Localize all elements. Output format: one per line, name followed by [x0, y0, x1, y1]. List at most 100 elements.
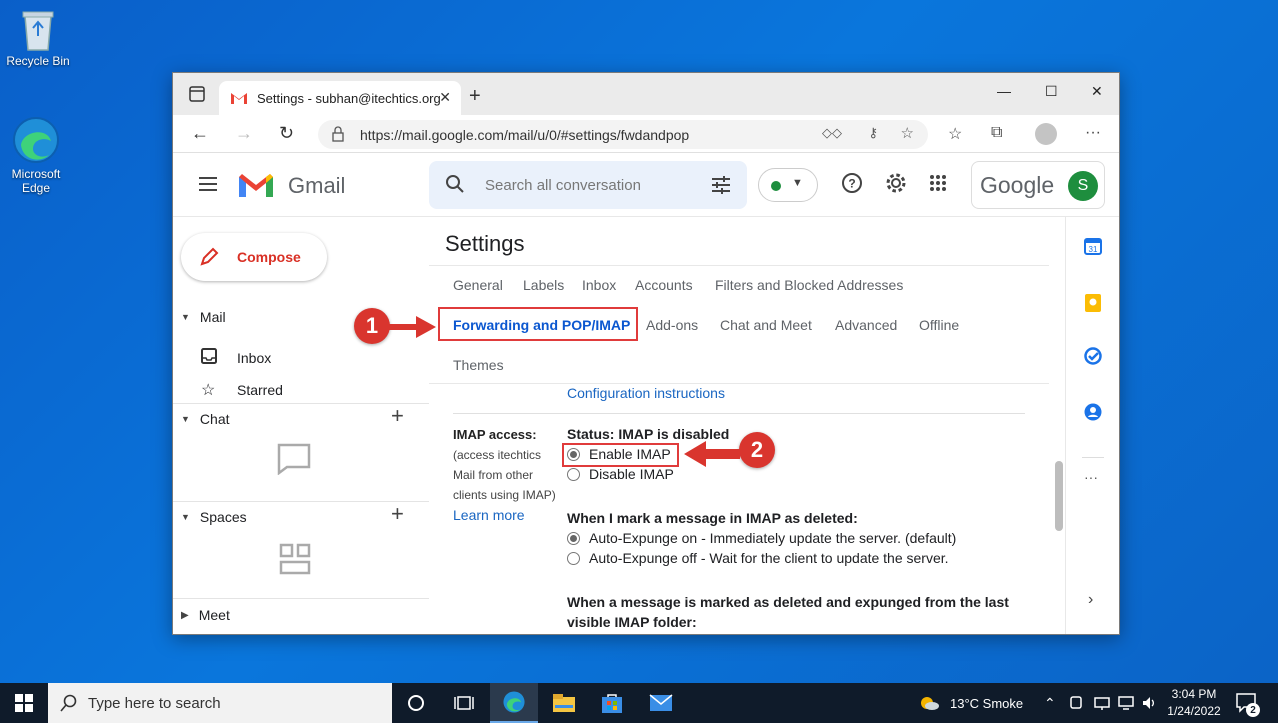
annotation-badge-2: 2: [739, 432, 775, 468]
calendar-icon[interactable]: 31: [1084, 237, 1102, 260]
status-selector[interactable]: ▼: [758, 168, 818, 202]
sidebar-section-meet[interactable]: ▶ Meet: [181, 607, 230, 623]
recycle-bin-label: Recycle Bin: [6, 54, 70, 68]
search-options-icon[interactable]: [711, 175, 731, 200]
refresh-icon[interactable]: ↻: [279, 123, 294, 144]
active-status-icon: [771, 181, 781, 191]
lock-icon: [332, 126, 344, 145]
back-icon[interactable]: ←: [191, 123, 209, 144]
collections-icon[interactable]: ⧉: [991, 124, 1002, 142]
recycle-bin-desktop-icon[interactable]: Recycle Bin: [4, 8, 72, 68]
close-tab-icon[interactable]: ✕: [439, 89, 451, 106]
tab-labels[interactable]: Labels: [523, 277, 564, 293]
configuration-instructions-link[interactable]: Configuration instructions: [567, 385, 725, 401]
divider: [429, 265, 1049, 266]
tab-filters[interactable]: Filters and Blocked Addresses: [715, 277, 903, 293]
new-tab-icon[interactable]: +: [469, 85, 481, 108]
learn-more-link[interactable]: Learn more: [453, 505, 556, 525]
taskbar-edge-icon[interactable]: [490, 683, 538, 723]
contacts-icon[interactable]: [1084, 403, 1102, 426]
imap-desc-line-3: clients using IMAP): [453, 488, 556, 502]
sidebar-section-meet-label: Meet: [198, 607, 230, 623]
keep-icon[interactable]: [1084, 293, 1102, 318]
edge-desktop-icon[interactable]: Microsoft Edge: [2, 115, 70, 195]
volume-icon[interactable]: [1142, 683, 1158, 723]
clock[interactable]: 3:04 PM 1/24/2022: [1166, 686, 1222, 720]
more-options-icon[interactable]: ···: [1085, 124, 1101, 142]
store-icon[interactable]: [588, 683, 636, 723]
maximize-icon[interactable]: ☐: [1045, 83, 1058, 100]
new-space-icon[interactable]: +: [391, 501, 404, 527]
tab-accounts[interactable]: Accounts: [635, 277, 693, 293]
favorites-icon[interactable]: ☆: [948, 124, 962, 144]
auto-expunge-off-option[interactable]: Auto-Expunge off - Wait for the client t…: [567, 550, 949, 566]
minimize-icon[interactable]: —: [997, 83, 1011, 99]
key-icon[interactable]: ⚷: [868, 125, 878, 141]
sidebar-item-inbox[interactable]: Inbox: [201, 348, 271, 367]
help-icon[interactable]: ?: [841, 172, 863, 199]
start-windows-icon[interactable]: [0, 683, 48, 723]
new-chat-icon[interactable]: +: [391, 403, 404, 429]
profile-icon[interactable]: [1035, 123, 1057, 145]
auto-expunge-on-option[interactable]: Auto-Expunge on - Immediately update the…: [567, 530, 956, 546]
cortana-icon[interactable]: [392, 683, 440, 723]
sidebar-section-mail[interactable]: ▼ Mail: [181, 309, 226, 325]
gmail-logo-icon[interactable]: [237, 171, 275, 199]
gmail-app: Gmail Search all conversation ▼ ? Google…: [173, 153, 1119, 634]
tab-chat-and-meet[interactable]: Chat and Meet: [720, 317, 812, 333]
taskbar-search-input: Type here to search: [88, 694, 221, 712]
main-menu-icon[interactable]: [199, 177, 217, 191]
tab-themes[interactable]: Themes: [453, 357, 504, 373]
auto-expunge-on-label: Auto-Expunge on - Immediately update the…: [589, 530, 957, 546]
search-icon[interactable]: [445, 174, 465, 199]
tab-add-ons[interactable]: Add-ons: [646, 317, 698, 333]
weather-icon[interactable]: [918, 683, 940, 723]
auto-expunge-off-radio[interactable]: [567, 551, 580, 565]
scrollbar[interactable]: [1055, 461, 1063, 531]
search-input[interactable]: Search all conversation: [485, 177, 641, 194]
clock-time: 3:04 PM: [1171, 687, 1217, 701]
read-aloud-icon[interactable]: ◇◇: [822, 125, 842, 141]
network-icon[interactable]: [1094, 683, 1110, 723]
close-window-icon[interactable]: ✕: [1091, 83, 1103, 100]
tab-actions-icon[interactable]: [189, 86, 205, 107]
annotation-arrow-2: [684, 441, 740, 467]
forward-icon[interactable]: →: [235, 123, 253, 144]
sidebar-section-spaces[interactable]: ▼ Spaces: [181, 509, 247, 525]
divider: [173, 598, 429, 599]
compose-button[interactable]: Compose: [181, 233, 327, 281]
weather-text[interactable]: 13°C Smoke: [950, 683, 1023, 723]
tab-general[interactable]: General: [453, 277, 503, 293]
add-favorite-icon[interactable]: ☆: [901, 124, 914, 142]
address-bar[interactable]: https://mail.google.com/mail/u/0/#settin…: [318, 120, 928, 149]
settings-gear-icon[interactable]: [885, 172, 907, 199]
gmail-header: Gmail Search all conversation ▼ ? Google…: [173, 153, 1119, 217]
avatar[interactable]: S: [1068, 171, 1098, 201]
pencil-icon: [199, 247, 219, 270]
tasks-icon[interactable]: [1084, 347, 1102, 370]
auto-expunge-on-radio[interactable]: [567, 531, 580, 545]
disable-imap-option[interactable]: Disable IMAP: [567, 466, 674, 482]
tab-offline[interactable]: Offline: [919, 317, 959, 333]
tab-advanced[interactable]: Advanced: [835, 317, 897, 333]
apps-grid-icon[interactable]: [929, 174, 947, 197]
collapse-icon: ▼: [181, 312, 190, 322]
sidebar-item-starred[interactable]: ☆ Starred: [201, 380, 283, 400]
file-explorer-icon[interactable]: [540, 683, 588, 723]
divider: [453, 413, 1025, 414]
taskbar-search[interactable]: Type here to search: [48, 683, 392, 723]
search-bar[interactable]: Search all conversation: [429, 161, 747, 209]
disable-imap-radio[interactable]: [567, 467, 580, 481]
browser-tab[interactable]: Settings - subhan@itechtics.org ✕: [219, 81, 461, 115]
chevron-right-icon[interactable]: ›: [1088, 591, 1093, 609]
tab-inbox[interactable]: Inbox: [582, 277, 616, 293]
mail-icon[interactable]: [637, 683, 685, 723]
task-view-icon[interactable]: [440, 683, 488, 723]
show-hidden-icons-icon[interactable]: ⌃: [1044, 683, 1056, 723]
meet-now-icon[interactable]: [1068, 683, 1084, 723]
google-account-box[interactable]: Google S: [971, 161, 1105, 209]
more-apps-icon[interactable]: ···: [1084, 469, 1098, 485]
sidebar-section-chat[interactable]: ▼ Chat: [181, 411, 230, 427]
ethernet-icon[interactable]: [1118, 683, 1134, 723]
sidebar-section-chat-label: Chat: [199, 411, 230, 427]
